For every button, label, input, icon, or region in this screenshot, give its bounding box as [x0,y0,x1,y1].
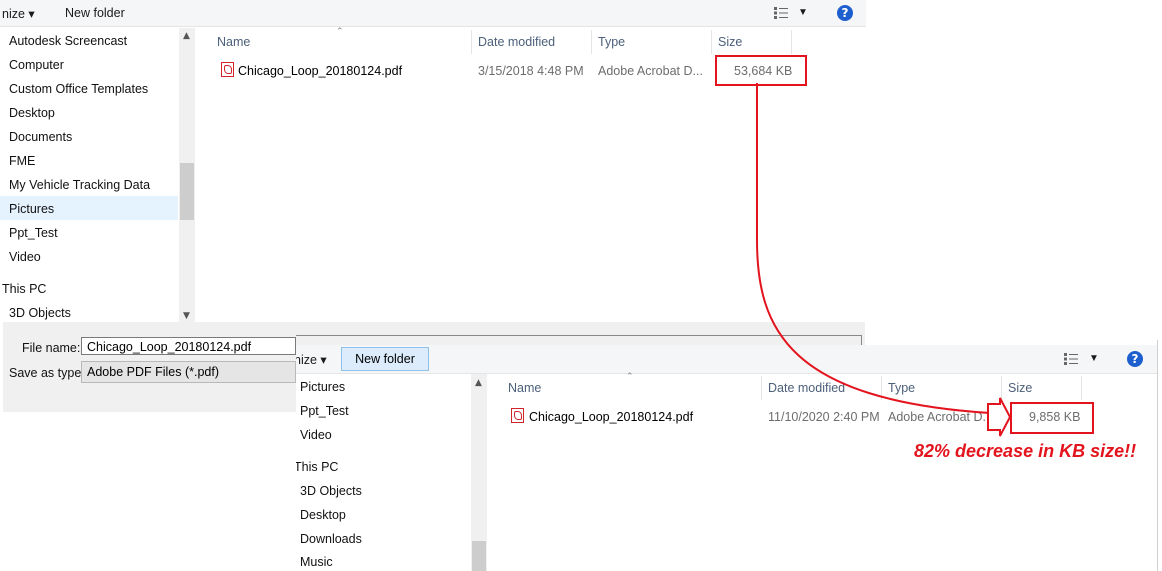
size-decrease-annotation: 82% decrease in KB size!! [914,441,1137,461]
comparison-arrow [756,83,1012,437]
